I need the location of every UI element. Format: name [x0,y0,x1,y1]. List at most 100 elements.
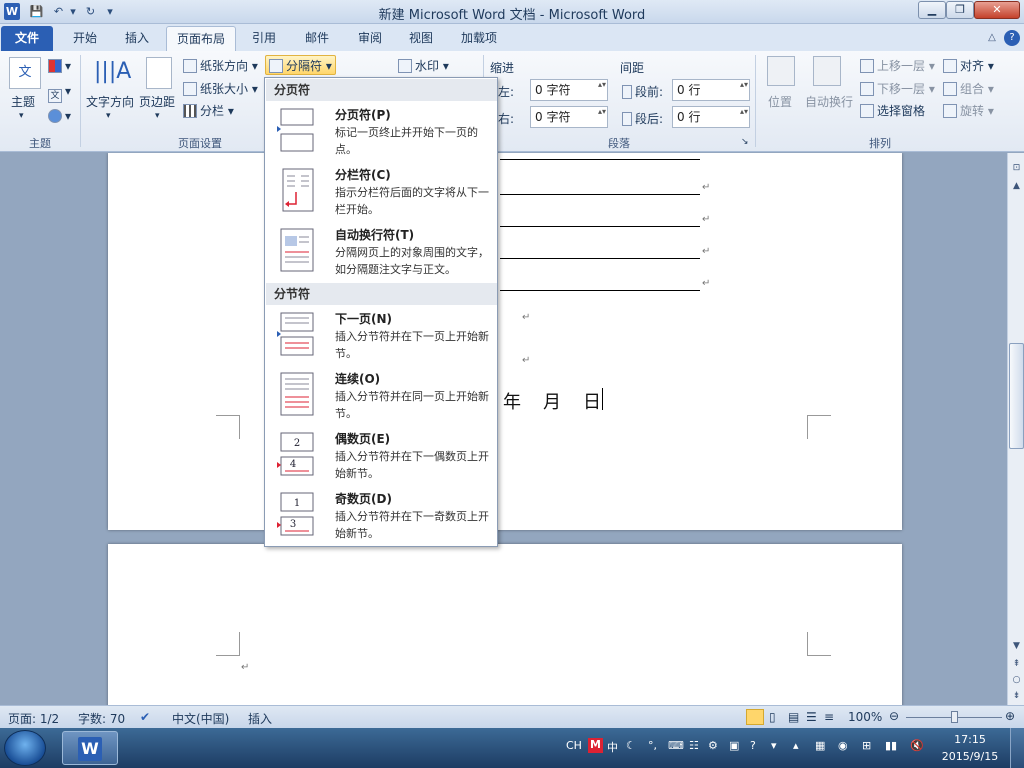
help-icon[interactable]: ? [1004,30,1020,46]
ime-punctuation-icon[interactable]: °, [648,739,657,752]
network-icon[interactable]: ▮▮ [885,739,897,752]
themes-dropdown-icon[interactable]: ▾ [19,111,24,121]
show-desktop-button[interactable] [1010,728,1024,768]
ime-moon-icon[interactable]: ☾ [626,739,636,752]
wrap-text-icon[interactable] [813,56,841,86]
tab-file[interactable]: 文件 [1,26,53,51]
minimize-button[interactable]: ▁ [918,1,946,19]
menu-item-next-page[interactable]: 下一页(N) 插入分节符并在下一页上开始新节。 [266,306,497,366]
browse-object-icon[interactable]: ○ [1009,673,1024,688]
margins-dropdown-icon[interactable]: ▾ [155,111,160,121]
status-page-count[interactable]: 页面: 1/2 [8,710,59,727]
status-zoom-level[interactable]: 100% [848,710,882,724]
ime-help-icon[interactable]: ? [750,739,756,752]
indent-right-input[interactable]: 0 字符 [530,106,608,128]
paragraph-dialog-launcher-icon[interactable]: ↘ [741,137,749,147]
tab-references[interactable]: 引用 [240,26,288,51]
zoom-slider-thumb[interactable] [951,711,958,723]
scroll-up-icon[interactable]: ▲ [1009,179,1024,194]
spacing-after-input[interactable]: 0 行 [672,106,750,128]
tray-windows-icon[interactable]: ⊞ [862,739,871,752]
theme-colors-icon[interactable]: ▾ [48,59,71,73]
watermark-button[interactable]: 水印 ▾ [398,57,449,74]
tab-page-layout[interactable]: 页面布局 [166,26,236,51]
margins-icon[interactable] [146,57,172,89]
start-button[interactable] [4,730,46,766]
tab-home[interactable]: 开始 [58,26,112,51]
selection-pane-button[interactable]: 选择窗格 [860,102,925,119]
text-direction-dropdown-icon[interactable]: ▾ [106,111,111,121]
clock-date[interactable]: 2015/9/15 [940,750,1000,763]
ime-skin-icon[interactable]: ▣ [729,739,739,752]
outline-view-icon[interactable]: ☰ [806,710,817,724]
position-button[interactable]: 位置 [768,93,792,110]
menu-item-page-break[interactable]: 分页符(P) 标记一页终止并开始下一页的点。 [266,102,497,162]
bring-forward-button[interactable]: 上移一层 ▾ [860,57,935,74]
wrap-text-button[interactable]: 自动换行 [805,93,853,110]
ime-keyboard-icon[interactable]: ⌨ [668,739,684,752]
tab-view[interactable]: 视图 [397,26,445,51]
close-button[interactable]: ✕ [974,1,1020,19]
previous-page-icon[interactable]: ⇞ [1009,657,1024,672]
draft-view-icon[interactable]: ≡ [824,710,834,724]
position-icon[interactable] [767,56,795,86]
ruler-toggle-icon[interactable]: ⊡ [1009,161,1024,176]
document-page-1[interactable]: ↵ ↵ ↵ ↵ ↵ ↵ 年 月 日 [108,153,902,530]
next-page-icon[interactable]: ⇟ [1009,689,1024,704]
menu-item-odd-page[interactable]: 1 3 奇数页(D) 插入分节符并在下一奇数页上开始新节。 [266,486,497,546]
full-screen-view-icon[interactable]: ▯ [769,710,776,724]
margins-button[interactable]: 页边距 [139,93,175,110]
clock-time[interactable]: 17:15 [940,733,1000,746]
send-backward-button[interactable]: 下移一层 ▾ [860,80,935,97]
tab-insert[interactable]: 插入 [112,26,162,51]
text-direction-button[interactable]: 文字方向 [86,93,134,110]
ime-logo-icon[interactable]: M [588,738,603,753]
ime-settings-icon[interactable]: ⚙ [708,739,718,752]
align-button[interactable]: 对齐 ▾ [943,57,994,74]
breaks-button[interactable]: 分隔符 ▾ [265,55,336,75]
menu-item-continuous[interactable]: 连续(O) 插入分节符并在同一页上开始新节。 [266,366,497,426]
status-insert-mode[interactable]: 插入 [248,710,272,727]
document-page-2[interactable]: ↵ [108,544,902,705]
menu-item-column-break[interactable]: 分栏符(C) 指示分栏符后面的文字将从下一栏开始。 [266,162,497,222]
menu-item-text-wrapping-break[interactable]: 自动换行符(T) 分隔网页上的对象周围的文字，如分隔题注文字与正文。 [266,222,497,282]
ime-language[interactable]: CH [566,739,582,752]
tray-app-icon[interactable]: ▦ [815,739,825,752]
themes-icon[interactable]: 文 [9,57,41,89]
volume-muted-icon[interactable]: 🔇 [910,739,924,752]
tray-security-icon[interactable]: ◉ [838,739,848,752]
ime-chinese-mode[interactable]: 中 [607,739,618,755]
ime-menu-icon[interactable]: ▾ [771,739,777,752]
group-button[interactable]: 组合 ▾ [943,80,994,97]
tab-review[interactable]: 审阅 [345,26,395,51]
theme-effects-icon[interactable]: ▾ [48,109,71,123]
zoom-out-icon[interactable]: ⊖ [889,709,899,723]
tab-mailings[interactable]: 邮件 [292,26,342,51]
indent-left-input[interactable]: 0 字符 [530,79,608,101]
columns-button[interactable]: 分栏 ▾ [183,102,234,119]
ime-tools-icon[interactable]: ☷ [689,739,699,752]
orientation-button[interactable]: 纸张方向 ▾ [183,57,258,74]
web-layout-view-icon[interactable]: ▤ [788,710,799,724]
text-direction-icon[interactable]: |||A [94,57,131,89]
show-hidden-icons-icon[interactable]: ▴ [793,739,799,752]
proofing-icon[interactable]: ✔ [140,710,150,724]
theme-fonts-icon[interactable]: 文 ▾ [48,84,71,103]
print-layout-view-icon[interactable] [746,709,764,725]
scroll-down-icon[interactable]: ▼ [1009,639,1024,654]
status-word-count[interactable]: 字数: 70 [78,710,125,727]
status-language[interactable]: 中文(中国) [172,710,229,727]
menu-item-even-page[interactable]: 2 4 偶数页(E) 插入分节符并在下一偶数页上开始新节。 [266,426,497,486]
size-button[interactable]: 纸张大小 ▾ [183,80,258,97]
zoom-in-icon[interactable]: ⊕ [1005,709,1015,723]
minimize-ribbon-icon[interactable]: △ [984,30,1000,46]
spacing-before-input[interactable]: 0 行 [672,79,750,101]
restore-button[interactable]: ❐ [946,1,974,19]
rotate-button[interactable]: 旋转 ▾ [943,102,994,119]
taskbar-word-button[interactable]: W [62,731,118,765]
scroll-thumb[interactable] [1009,343,1024,449]
document-area[interactable]: ↵ ↵ ↵ ↵ ↵ ↵ 年 月 日 ↵ [0,153,1007,705]
themes-button[interactable]: 主题 [11,93,35,110]
vertical-scrollbar[interactable]: ⊡ ▲ ▼ ⇞ ○ ⇟ [1007,153,1024,705]
tab-addins[interactable]: 加载项 [450,26,508,51]
